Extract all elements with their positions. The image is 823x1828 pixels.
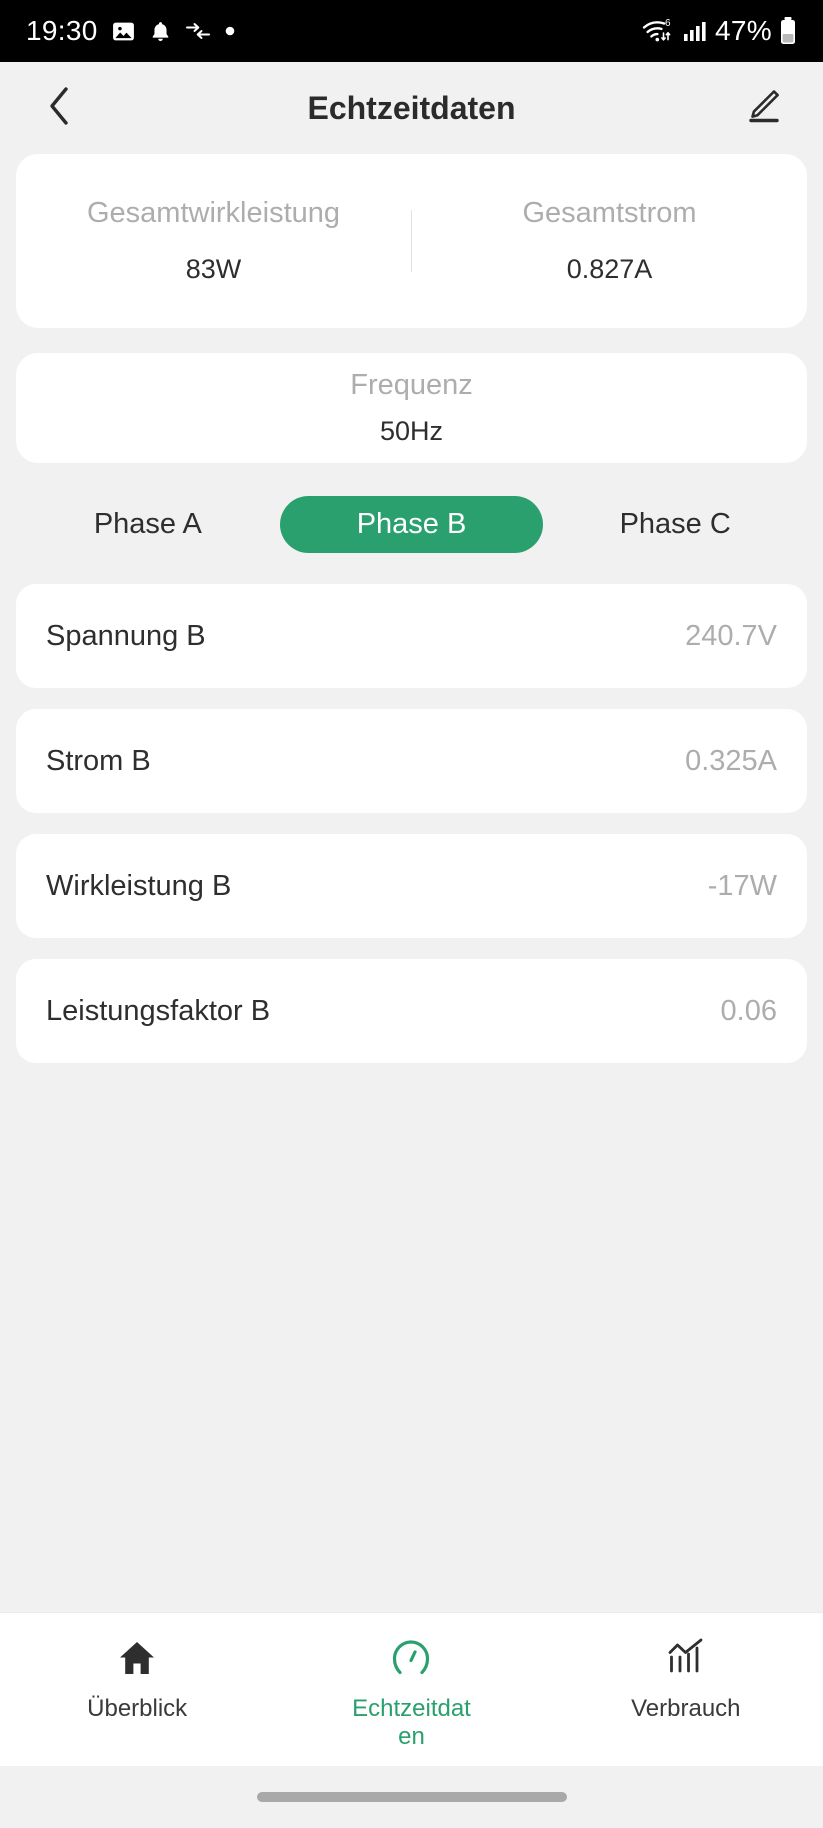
edit-button[interactable]	[737, 82, 789, 134]
status-bar-clock: 19:30	[26, 17, 98, 45]
total-power-cell: Gesamtwirkleistung 83W	[16, 197, 411, 285]
metric-row-active-power[interactable]: Wirkleistung B -17W	[16, 834, 807, 938]
main-content: Gesamtwirkleistung 83W Gesamtstrom 0.827…	[0, 154, 823, 1612]
frequency-value: 50Hz	[380, 416, 443, 447]
app-header: Echtzeitdaten	[0, 62, 823, 154]
phase-tab-bar: Phase A Phase B Phase C	[16, 487, 807, 562]
gesture-bar-area	[0, 1766, 823, 1828]
frequency-label: Frequenz	[350, 369, 473, 402]
nav-label: Verbrauch	[631, 1695, 740, 1723]
metric-value: -17W	[708, 870, 777, 903]
tab-phase-c[interactable]: Phase C	[543, 496, 807, 553]
metric-row-voltage[interactable]: Spannung B 240.7V	[16, 584, 807, 688]
total-current-value: 0.827A	[567, 254, 653, 285]
metric-value: 0.325A	[685, 745, 777, 778]
metric-label: Leistungsfaktor B	[46, 995, 270, 1028]
status-bar: 19:30	[0, 0, 823, 62]
data-transfer-icon	[185, 20, 211, 42]
metric-row-power-factor[interactable]: Leistungsfaktor B 0.06	[16, 959, 807, 1063]
nav-item-ueberblick[interactable]: Überblick	[0, 1635, 274, 1723]
nav-label: Überblick	[87, 1695, 187, 1723]
summary-card: Gesamtwirkleistung 83W Gesamtstrom 0.827…	[16, 154, 807, 328]
metric-value: 0.06	[721, 995, 777, 1028]
bell-icon	[149, 20, 172, 43]
metric-value: 240.7V	[685, 620, 777, 653]
image-icon	[111, 19, 136, 44]
frequency-card: Frequenz 50Hz	[16, 353, 807, 463]
dot-icon	[224, 25, 236, 37]
tab-phase-b[interactable]: Phase B	[280, 496, 544, 553]
metric-label: Wirkleistung B	[46, 870, 231, 903]
total-current-label: Gesamtstrom	[522, 197, 696, 230]
metric-label: Spannung B	[46, 620, 206, 653]
bottom-navigation: Überblick Echtzeitdaten Verbrauch	[0, 1612, 823, 1766]
battery-percent-label: 47%	[715, 15, 772, 47]
total-power-label: Gesamtwirkleistung	[87, 197, 340, 230]
bar-chart-trend-icon	[663, 1635, 709, 1681]
battery-icon	[779, 16, 797, 46]
home-icon	[115, 1635, 159, 1681]
page-title: Echtzeitdaten	[0, 90, 823, 127]
nav-item-echtzeitdaten[interactable]: Echtzeitdaten	[274, 1635, 548, 1750]
total-power-value: 83W	[186, 254, 242, 285]
status-bar-left: 19:30	[26, 17, 236, 45]
status-bar-right: 6 47%	[641, 15, 797, 47]
nav-item-verbrauch[interactable]: Verbrauch	[549, 1635, 823, 1723]
pencil-icon	[741, 84, 785, 133]
app-screen: 19:30	[0, 0, 823, 1828]
signal-bars-icon	[682, 18, 708, 44]
home-gesture-pill[interactable]	[257, 1792, 567, 1802]
nav-label: Echtzeitdaten	[346, 1695, 476, 1750]
chevron-left-icon	[43, 84, 77, 133]
tab-phase-a[interactable]: Phase A	[16, 496, 280, 553]
total-current-cell: Gesamtstrom 0.827A	[412, 197, 807, 285]
back-button[interactable]	[34, 82, 86, 134]
wifi-6-icon: 6	[641, 16, 675, 46]
gauge-icon	[388, 1635, 434, 1681]
metric-label: Strom B	[46, 745, 151, 778]
metric-row-current[interactable]: Strom B 0.325A	[16, 709, 807, 813]
svg-text:6: 6	[665, 18, 671, 29]
